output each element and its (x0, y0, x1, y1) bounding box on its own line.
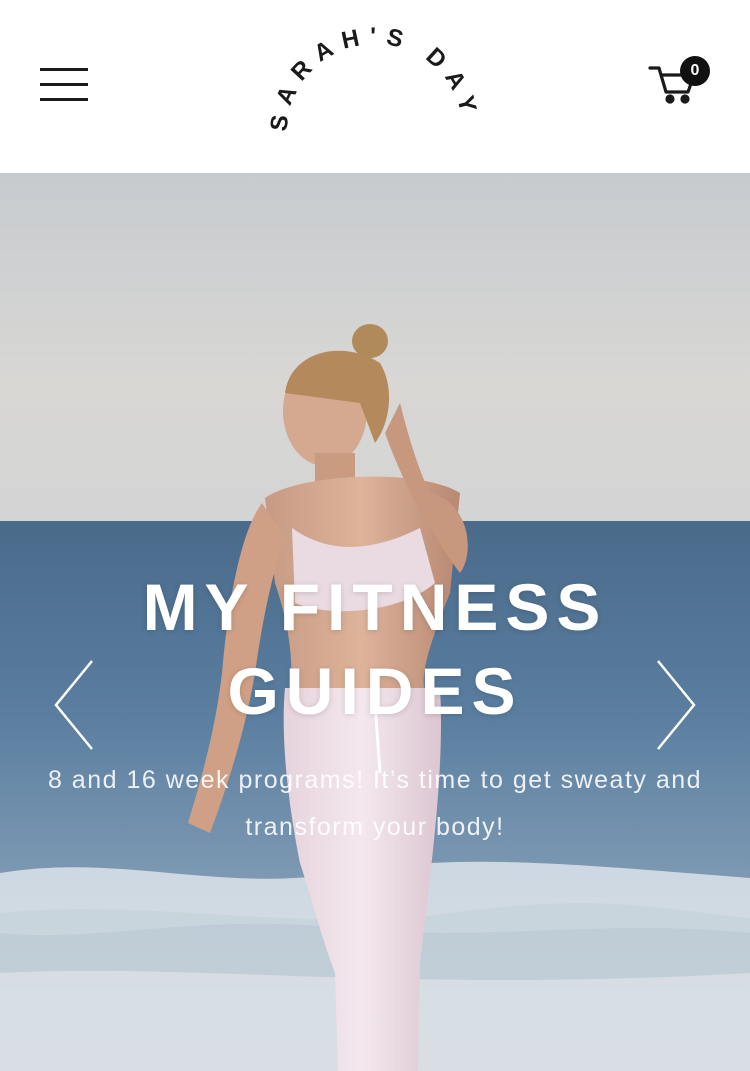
hero-title-line2: GUIDES (227, 654, 523, 728)
hero-subtitle: 8 and 16 week programs! It’s time to get… (47, 766, 703, 841)
menu-icon-bar-top (40, 68, 88, 71)
logo-text: SARAH'S DAY (265, 23, 483, 133)
hero-slider: MY FITNESS GUIDES 8 and 16 week programs… (0, 173, 750, 1071)
slider-next-button[interactable] (652, 657, 698, 753)
menu-button[interactable] (40, 68, 88, 102)
chevron-right-icon (657, 660, 696, 750)
menu-icon-bar-middle (40, 83, 88, 86)
slider-prev-button[interactable] (52, 657, 98, 753)
site-logo[interactable]: SARAH'S DAY (265, 20, 485, 150)
site-header: SARAH'S DAY 0 (0, 0, 750, 173)
chevron-left-icon (54, 660, 93, 750)
menu-icon-bar-bottom (40, 98, 88, 101)
cart-count-badge: 0 (680, 56, 710, 86)
hero-title-line1: MY FITNESS (142, 570, 608, 644)
page: SARAH'S DAY 0 MY FITNESS GUIDES 8 and 16… (0, 0, 750, 1071)
hero-title: MY FITNESS GUIDES (0, 565, 750, 733)
